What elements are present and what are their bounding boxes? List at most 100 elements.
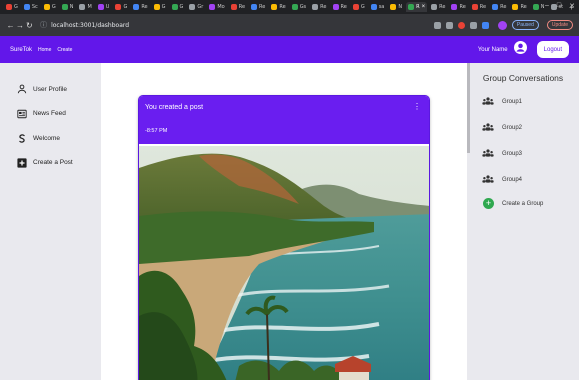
forward-icon[interactable]: → [15, 21, 24, 30]
nav-home[interactable]: Home [38, 47, 51, 53]
browser-tab[interactable]: G [4, 2, 20, 12]
close-window-icon[interactable]: ✕ [569, 2, 575, 10]
browser-tab[interactable]: G [152, 2, 168, 12]
tab-favicon-icon [471, 4, 478, 10]
post-image [139, 146, 429, 380]
browser-tab[interactable]: Re [310, 2, 328, 12]
reload-icon[interactable]: ↻ [25, 21, 34, 30]
paused-badge[interactable]: Paused [511, 20, 539, 30]
tab-close-icon[interactable]: × [422, 4, 426, 10]
maximize-icon[interactable]: □ [557, 2, 561, 10]
account-icon[interactable] [513, 40, 527, 59]
sidebar-item-welcome[interactable]: Welcome [0, 126, 101, 151]
extension-icon[interactable] [445, 21, 453, 29]
extension-icon[interactable] [433, 21, 441, 29]
sidebar-item-create-post[interactable]: Create a Post [0, 151, 101, 176]
browser-tab[interactable]: Re [449, 2, 467, 12]
tab-label: Re [459, 4, 466, 10]
tab-favicon-icon [133, 4, 140, 10]
extension-icon[interactable] [457, 21, 465, 29]
browser-tab[interactable]: R × [406, 2, 428, 12]
sidebar-item-label: User Profile [33, 85, 67, 93]
url-text: localhost:3001/dashboard [51, 21, 130, 29]
tab-label: Re [340, 4, 347, 10]
browser-tab[interactable]: Mo [207, 2, 226, 12]
tab-label: N [540, 4, 545, 10]
info-icon[interactable]: ⓘ [40, 20, 47, 30]
tab-favicon-icon [23, 4, 30, 10]
browser-tab[interactable]: G [351, 2, 367, 12]
browser-tab[interactable]: Re [331, 2, 349, 12]
brand-logo[interactable]: SureTok [10, 47, 32, 53]
plus-square-icon [17, 158, 27, 168]
tab-favicon-icon [97, 4, 104, 10]
group-item-1[interactable]: Group1 [482, 97, 522, 107]
browser-tab[interactable]: Re [429, 2, 447, 12]
sidebar-item-news-feed[interactable]: News Feed [0, 102, 101, 127]
browser-tab[interactable]: Re [510, 2, 528, 12]
browser-tab[interactable]: N [60, 2, 76, 12]
user-name: Your Name [477, 46, 508, 53]
tab-favicon-icon [43, 4, 50, 10]
group-item-2[interactable]: Group2 [482, 123, 522, 133]
browser-tab[interactable]: N [388, 2, 404, 12]
nav-create[interactable]: Create [57, 47, 72, 53]
tab-label: G [179, 4, 184, 10]
sidebar-item-user-profile[interactable]: User Profile [0, 77, 101, 102]
tab-favicon-icon [271, 4, 278, 10]
extension-icon[interactable] [481, 21, 489, 29]
browser-toolbar: ← → ↻ ⓘ localhost:3001/dashboard Paused … [0, 14, 579, 36]
main-feed: You created a post -8:57 PM ⋮ [101, 63, 467, 380]
more-vertical-icon[interactable]: ⋮ [413, 102, 421, 111]
sidebar-item-label: Welcome [33, 134, 60, 142]
extension-icon[interactable] [469, 21, 477, 29]
browser-tab[interactable]: Re [490, 2, 508, 12]
tab-label: Mo [217, 4, 225, 10]
browser-tab[interactable]: G [42, 2, 58, 12]
create-group-button[interactable]: + Create a Group [483, 198, 543, 209]
browser-tab[interactable]: M [77, 2, 93, 12]
tab-label: U [105, 4, 110, 10]
tab-favicon-icon [291, 4, 298, 10]
tab-label: G [51, 4, 56, 10]
sidebar-item-label: News Feed [33, 110, 66, 118]
group-item-3[interactable]: Group3 [482, 149, 522, 159]
browser-tab[interactable]: sa [369, 2, 387, 12]
browser-tab[interactable]: U [96, 2, 112, 12]
window-controls: – □ ✕ [545, 2, 575, 10]
browser-tab[interactable]: Re [470, 2, 488, 12]
browser-tab[interactable]: Sc [22, 2, 40, 12]
back-icon[interactable]: ← [6, 21, 15, 30]
plus-circle-icon: + [483, 198, 494, 209]
tab-label: Re [320, 4, 327, 10]
browser-tab[interactable]: G [170, 2, 186, 12]
address-bar[interactable]: ⓘ localhost:3001/dashboard [40, 18, 424, 32]
tab-favicon-icon [332, 4, 339, 10]
tab-favicon-icon [115, 4, 122, 10]
right-sidebar: Group Conversations Group1 Group2 Group3… [467, 63, 579, 380]
tab-favicon-icon [230, 4, 237, 10]
tab-label: Re [479, 4, 487, 10]
browser-tab[interactable]: Re [131, 2, 149, 12]
tab-label: Re [500, 4, 507, 10]
minimize-icon[interactable]: – [545, 2, 549, 10]
update-button[interactable]: Update [546, 20, 573, 30]
group-item-4[interactable]: Group4 [482, 175, 522, 185]
tab-favicon-icon [6, 4, 12, 10]
create-group-label: Create a Group [502, 200, 544, 207]
tab-label: Sc [31, 4, 38, 10]
browser-tab[interactable]: Re [249, 2, 267, 12]
profile-avatar-icon[interactable] [497, 20, 507, 30]
tab-label: N [69, 4, 74, 10]
people-icon [482, 175, 494, 185]
group-label: Group4 [502, 177, 523, 183]
extensions-bar: Paused Update [433, 20, 573, 30]
browser-tab[interactable]: Gr [187, 2, 205, 12]
browser-tab[interactable]: Gs [290, 2, 308, 12]
browser-tab[interactable]: G [113, 2, 129, 12]
browser-tab[interactable]: Re [269, 2, 287, 12]
left-sidebar: User Profile News Feed Welcome Create a … [0, 63, 101, 380]
browser-tab[interactable]: Re [229, 2, 247, 12]
tab-favicon-icon [171, 4, 178, 10]
logout-button[interactable]: Logout [536, 41, 569, 58]
